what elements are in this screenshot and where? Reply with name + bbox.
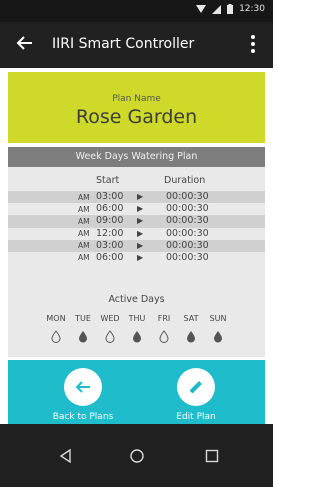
duration-value: 00:00:30 <box>166 239 209 251</box>
status-icons: 12:30 <box>196 4 265 14</box>
ampm-label: AM <box>78 192 90 202</box>
day-label: WED <box>100 314 120 323</box>
schedule-table: Start Duration AM 03:00 ▶ 00:00:30 AM 06… <box>8 167 265 357</box>
app-bar: IIRI Smart Controller <box>0 22 273 68</box>
water-drop-filled-icon <box>133 331 141 343</box>
day-label: FRI <box>157 314 171 323</box>
plan-detail-card: Plan Name Rose Garden Week Days Watering… <box>8 68 265 424</box>
schedule-rows: AM 03:00 ▶ 00:00:30 AM 06:00 ▶ 00:00:30 … <box>8 191 265 264</box>
schedule-row[interactable]: AM 06:00 ▶ 00:00:30 <box>8 252 265 264</box>
water-drop-filled-icon <box>187 331 195 343</box>
day-wed[interactable]: WED <box>98 314 122 343</box>
play-arrow-icon: ▶ <box>137 252 144 262</box>
column-start-header: Start <box>96 175 120 186</box>
ampm-label: AM <box>78 204 90 214</box>
day-thu[interactable]: THU <box>125 314 149 343</box>
ampm-label: AM <box>78 216 90 226</box>
duration-value: 00:00:30 <box>166 203 209 215</box>
column-duration-header: Duration <box>164 175 206 186</box>
day-label: SUN <box>209 314 227 323</box>
battery-icon <box>227 4 234 14</box>
pencil-icon <box>190 381 202 393</box>
schedule-row[interactable]: AM 03:00 ▶ 00:00:30 <box>8 191 265 204</box>
day-sun[interactable]: SUN <box>206 314 230 343</box>
nav-back-icon[interactable] <box>57 447 75 465</box>
start-time: 09:00 <box>96 215 124 227</box>
schedule-section-title: Week Days Watering Plan <box>8 147 265 167</box>
edit-plan-button[interactable]: Edit Plan <box>161 368 231 422</box>
duration-value: 00:00:30 <box>166 191 209 202</box>
day-sat[interactable]: SAT <box>179 314 203 343</box>
app-title: IIRI Smart Controller <box>52 36 195 52</box>
day-tue[interactable]: TUE <box>71 314 95 343</box>
day-label: MON <box>46 314 66 323</box>
status-bar: 12:30 <box>0 0 273 22</box>
day-label: TUE <box>75 314 91 323</box>
ampm-label: AM <box>78 241 90 251</box>
start-time: 03:00 <box>96 191 124 202</box>
water-drop-filled-icon <box>214 331 222 343</box>
play-arrow-icon: ▶ <box>137 228 144 238</box>
water-drop-filled-icon <box>79 331 87 343</box>
arrow-left-icon <box>75 381 90 393</box>
start-time: 06:00 <box>96 251 124 263</box>
start-time: 06:00 <box>96 203 124 215</box>
play-arrow-icon: ▶ <box>137 240 144 250</box>
ampm-label: AM <box>78 229 90 239</box>
schedule-row[interactable]: AM 12:00 ▶ 00:00:30 <box>8 228 265 240</box>
back-circle[interactable] <box>64 368 102 406</box>
day-mon[interactable]: MON <box>44 314 68 343</box>
ampm-label: AM <box>78 253 90 263</box>
plan-name: Rose Garden <box>75 106 198 128</box>
signal-icon <box>212 4 222 14</box>
water-drop-outline-icon <box>51 330 61 343</box>
day-fri[interactable]: FRI <box>152 314 176 343</box>
status-time: 12:30 <box>239 4 265 14</box>
water-drop-outline-icon <box>159 330 169 343</box>
back-to-plans-button[interactable]: Back to Plans <box>48 368 118 422</box>
schedule-row[interactable]: AM 06:00 ▶ 00:00:30 <box>8 203 265 215</box>
wifi-icon <box>196 4 207 13</box>
play-arrow-icon: ▶ <box>137 216 144 226</box>
water-drop-outline-icon <box>105 330 115 343</box>
day-label: THU <box>128 314 146 323</box>
action-panel: Back to Plans Edit Plan <box>8 360 265 424</box>
active-days-row: MON TUE WED THU FRI SAT SUN <box>46 314 246 354</box>
schedule-row[interactable]: AM 03:00 ▶ 00:00:30 <box>8 239 265 252</box>
start-time: 12:00 <box>96 227 124 239</box>
system-nav-bar <box>0 424 273 487</box>
play-arrow-icon: ▶ <box>137 204 144 214</box>
duration-value: 00:00:30 <box>166 251 209 263</box>
active-days-title: Active Days <box>108 294 165 305</box>
edit-plan-label: Edit Plan <box>176 412 216 422</box>
back-to-plans-label: Back to Plans <box>52 412 114 422</box>
more-vert-icon[interactable] <box>243 33 263 55</box>
play-arrow-icon: ▶ <box>137 192 144 201</box>
plan-name-label: Plan Name <box>112 94 161 104</box>
plan-header: Plan Name Rose Garden <box>8 72 265 143</box>
nav-recents-icon[interactable] <box>203 447 221 465</box>
edit-circle[interactable] <box>177 368 215 406</box>
duration-value: 00:00:30 <box>166 215 209 227</box>
start-time: 03:00 <box>96 239 124 251</box>
arrow-left-icon[interactable] <box>14 32 36 54</box>
nav-home-icon[interactable] <box>128 447 146 465</box>
schedule-row[interactable]: AM 09:00 ▶ 00:00:30 <box>8 215 265 228</box>
duration-value: 00:00:30 <box>166 227 209 239</box>
day-label: SAT <box>183 314 199 323</box>
